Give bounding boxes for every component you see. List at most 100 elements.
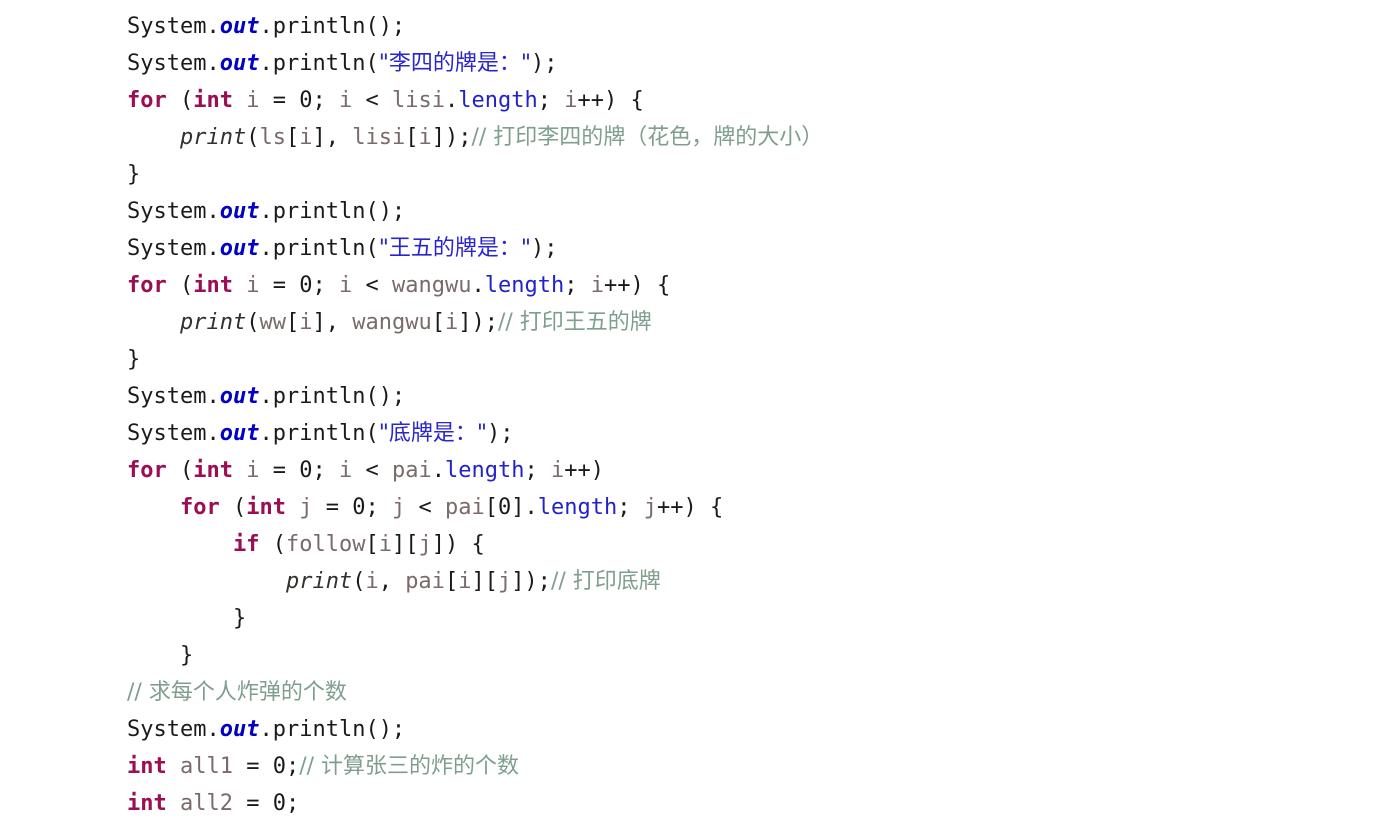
token-plain: .println(	[259, 236, 379, 261]
code-line[interactable]: for (int i = 0; i < lisi.length; i++) {	[127, 82, 1396, 119]
token-identifier: i	[458, 569, 472, 594]
code-line[interactable]: System.out.println("王五的牌是：");	[127, 230, 1396, 267]
token-string-literal: "底牌是："	[378, 421, 487, 446]
code-line[interactable]: print(i, pai[i][j]);// 打印底牌	[127, 563, 1396, 600]
token-punctuation: ++)	[564, 458, 604, 483]
token-punctuation: .	[444, 88, 459, 113]
token-punctuation: }	[179, 643, 194, 668]
code-line[interactable]: int all2 = 0;	[127, 785, 1396, 822]
token-static-field: out	[219, 717, 260, 742]
token-punctuation: =	[232, 791, 273, 816]
code-line[interactable]: if (follow[i][j]) {	[127, 526, 1396, 563]
code-line[interactable]: for (int j = 0; j < pai[0].length; j++) …	[127, 489, 1396, 526]
token-identifier: pai	[392, 458, 432, 483]
token-comment: // 打印李四的牌（花色，牌的大小）	[471, 125, 824, 150]
token-identifier: i	[418, 125, 432, 150]
token-punctuation: ;	[564, 273, 591, 298]
token-punctuation: ;	[524, 458, 551, 483]
token-plain: .println();	[259, 199, 406, 224]
code-line[interactable]: System.out.println("底牌是：");	[127, 415, 1396, 452]
token-static-field: out	[219, 14, 260, 39]
token-punctuation: =	[259, 458, 300, 483]
token-punctuation: <	[352, 458, 392, 483]
token-static-field: out	[219, 384, 260, 409]
token-punctuation: ;	[312, 88, 339, 113]
token-punctuation: [	[365, 532, 379, 557]
token-plain: System	[127, 14, 207, 39]
token-punctuation: ;	[312, 273, 339, 298]
token-property: length	[537, 495, 618, 520]
token-number: 0	[299, 273, 313, 298]
token-punctuation: [	[484, 495, 498, 520]
token-identifier: lisi	[352, 125, 406, 150]
token-method-name: print	[179, 125, 247, 150]
token-identifier: i	[365, 569, 379, 594]
token-punctuation: <	[405, 495, 445, 520]
code-line[interactable]: for (int i = 0; i < wangwu.length; i++) …	[127, 267, 1396, 304]
token-plain: );	[530, 51, 558, 76]
token-punctuation: (	[246, 310, 260, 335]
code-line[interactable]: // 求每个人炸弹的个数	[127, 674, 1396, 711]
token-punctuation: }	[232, 606, 247, 631]
token-keyword: for	[127, 88, 167, 113]
token-method-name: print	[179, 310, 247, 335]
token-punctuation: .	[206, 717, 220, 742]
token-plain: .println(	[259, 51, 379, 76]
token-punctuation: }	[127, 162, 141, 187]
code-line[interactable]: print(ww[i], wangwu[i]);// 打印王五的牌	[127, 304, 1396, 341]
code-line[interactable]: System.out.println("李四的牌是：");	[127, 45, 1396, 82]
token-plain: .println();	[259, 717, 406, 742]
token-identifier: j	[497, 569, 512, 594]
token-keyword: if	[232, 532, 260, 557]
token-identifier: pai	[405, 569, 445, 594]
token-identifier: i	[246, 88, 260, 113]
token-punctuation: (	[352, 569, 366, 594]
code-line[interactable]: }	[127, 341, 1396, 378]
token-identifier: all2	[180, 791, 233, 816]
token-plain: System	[127, 717, 207, 742]
token-punctuation: (	[166, 458, 194, 483]
code-listing[interactable]: System.out.println(); System.out.println(…	[0, 0, 1396, 822]
token-plain: .println();	[259, 14, 406, 39]
token-keyword: int	[193, 458, 233, 483]
code-line[interactable]: }	[127, 600, 1396, 637]
token-punctuation: ],	[312, 125, 353, 150]
token-identifier: i	[246, 273, 260, 298]
token-identifier: all1	[180, 754, 233, 779]
code-line[interactable]: }	[127, 637, 1396, 674]
code-line[interactable]: }	[127, 156, 1396, 193]
code-line[interactable]: for (int i = 0; i < pai.length; i++)	[127, 452, 1396, 489]
token-punctuation: .	[206, 199, 220, 224]
token-punctuation: (	[166, 273, 194, 298]
token-identifier: j	[418, 532, 432, 557]
code-line[interactable]: System.out.println();	[127, 378, 1396, 415]
token-punctuation: ;	[285, 791, 300, 816]
token-identifier: ww	[259, 310, 286, 335]
token-identifier: wangwu	[392, 273, 472, 298]
token-identifier: j	[643, 495, 657, 520]
token-string-literal: "王五的牌是："	[378, 236, 531, 261]
token-identifier: i	[299, 310, 313, 335]
token-punctuation: (	[246, 125, 260, 150]
token-punctuation: .	[206, 51, 220, 76]
token-punctuation: [	[444, 569, 459, 594]
code-line[interactable]: int all1 = 0;// 计算张三的炸的个数	[127, 748, 1396, 785]
token-punctuation: (	[219, 495, 247, 520]
code-line[interactable]: System.out.println();	[127, 8, 1396, 45]
token-punctuation: =	[232, 754, 273, 779]
code-line[interactable]: System.out.println();	[127, 193, 1396, 230]
token-identifier: i	[299, 125, 313, 150]
code-line[interactable]: print(ls[i], lisi[i]);// 打印李四的牌（花色，牌的大小）	[127, 119, 1396, 156]
token-keyword: int	[193, 273, 233, 298]
code-line[interactable]: System.out.println();	[127, 711, 1396, 748]
token-punctuation: ]);	[431, 125, 472, 150]
token-identifier: j	[299, 495, 313, 520]
